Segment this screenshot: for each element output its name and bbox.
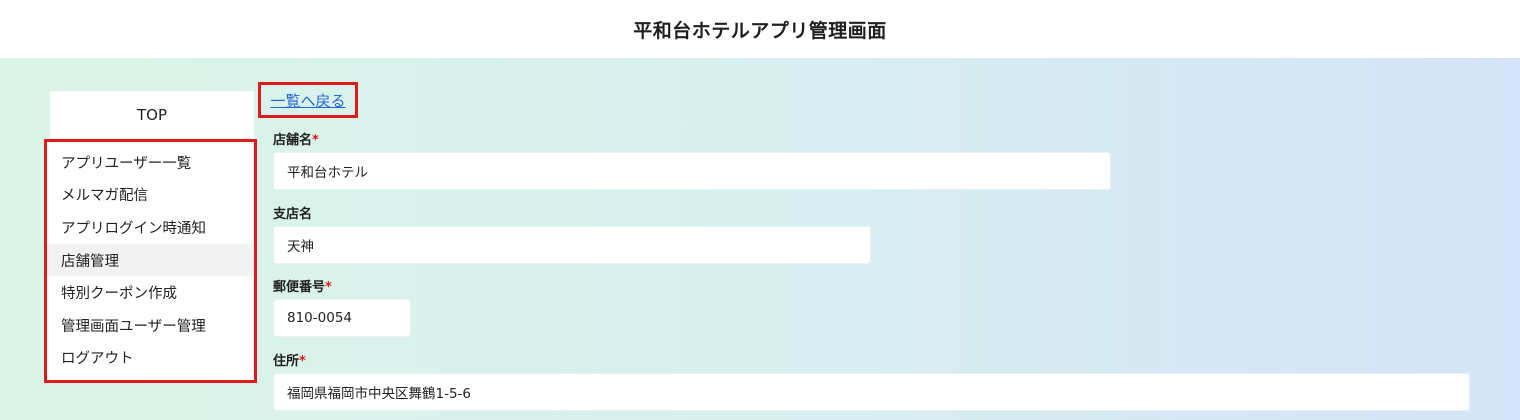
branch-name-label: 支店名 bbox=[273, 207, 313, 222]
page-title: 平和台ホテルアプリ管理画面 bbox=[633, 19, 887, 42]
store-name-input[interactable]: 平和台ホテル bbox=[273, 152, 1111, 190]
sidebar: TOP アプリユーザー一覧 メルマガ配信 アプリログイン時通知 店舗管理 特別ク… bbox=[44, 91, 257, 384]
required-mark: * bbox=[299, 354, 306, 369]
address-input[interactable]: 福岡県福岡市中央区舞鶴1-5-6 bbox=[273, 373, 1470, 411]
required-mark: * bbox=[325, 280, 332, 295]
sidebar-item-admin-users[interactable]: 管理画面ユーザー管理 bbox=[47, 309, 254, 342]
sidebar-item-login-notification[interactable]: アプリログイン時通知 bbox=[47, 211, 254, 244]
back-to-list-link[interactable]: 一覧へ戻る bbox=[270, 90, 345, 111]
sidebar-item-newsletter[interactable]: メルマガ配信 bbox=[47, 179, 254, 212]
postal-code-field: 郵便番号* 810-0054 bbox=[273, 279, 411, 337]
postal-code-input[interactable]: 810-0054 bbox=[273, 299, 411, 337]
required-mark: * bbox=[312, 133, 319, 148]
sidebar-item-special-coupon[interactable]: 特別クーポン作成 bbox=[47, 276, 254, 309]
sidebar-item-app-users[interactable]: アプリユーザー一覧 bbox=[47, 146, 254, 179]
sidebar-menu: アプリユーザー一覧 メルマガ配信 アプリログイン時通知 店舗管理 特別クーポン作… bbox=[44, 139, 257, 384]
app-header: 平和台ホテルアプリ管理画面 bbox=[0, 0, 1520, 58]
address-field: 住所* 福岡県福岡市中央区舞鶴1-5-6 bbox=[273, 353, 1470, 411]
store-name-field: 店舗名* 平和台ホテル bbox=[273, 132, 1111, 190]
branch-name-field: 支店名 天神 bbox=[273, 206, 871, 264]
postal-code-label: 郵便番号* bbox=[273, 280, 332, 295]
sidebar-item-logout[interactable]: ログアウト bbox=[47, 342, 254, 375]
sidebar-top-link[interactable]: TOP bbox=[50, 91, 254, 139]
back-link-highlight: 一覧へ戻る bbox=[258, 82, 358, 118]
address-label: 住所* bbox=[273, 354, 306, 369]
store-name-label: 店舗名* bbox=[273, 133, 319, 148]
main-area: TOP アプリユーザー一覧 メルマガ配信 アプリログイン時通知 店舗管理 特別ク… bbox=[0, 58, 1520, 420]
branch-name-input[interactable]: 天神 bbox=[273, 226, 871, 264]
sidebar-item-store-management[interactable]: 店舗管理 bbox=[47, 243, 254, 277]
